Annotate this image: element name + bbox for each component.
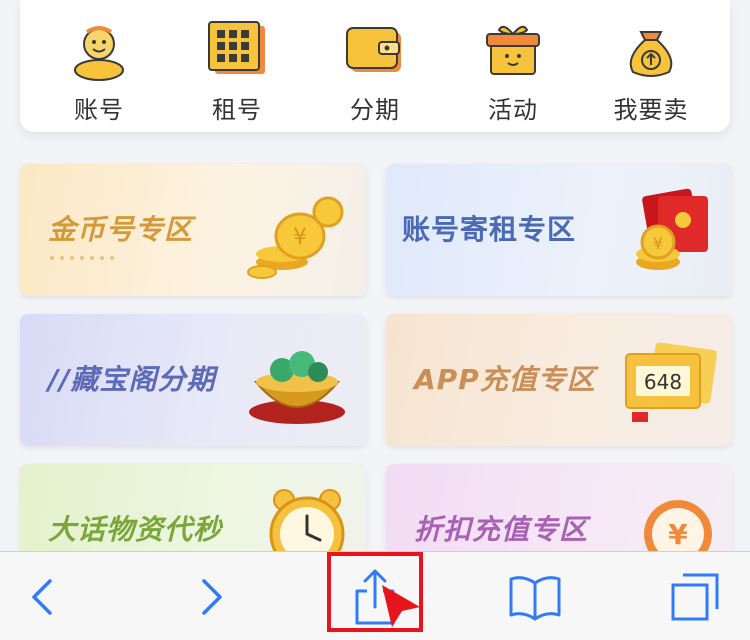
category-nav: 账号 租号 分期 活动 我要卖 bbox=[20, 0, 730, 132]
nav-item-account[interactable]: 账号 bbox=[39, 18, 159, 125]
dots-decoration bbox=[50, 256, 114, 260]
nav-label: 活动 bbox=[488, 96, 538, 124]
nav-item-rent[interactable]: 租号 bbox=[177, 18, 297, 125]
tabs-button[interactable] bbox=[660, 552, 730, 640]
tile-account-consignment-zone[interactable]: 账号寄租专区 ¥ bbox=[386, 164, 732, 296]
rent-grid-icon bbox=[208, 21, 265, 74]
book-icon bbox=[509, 575, 561, 620]
ticket-648-icon: 648 bbox=[625, 342, 717, 422]
back-button[interactable] bbox=[10, 552, 74, 640]
tile-title: 账号寄租专区 bbox=[402, 213, 577, 246]
svg-text:¥: ¥ bbox=[293, 225, 307, 250]
chevron-right-icon bbox=[202, 578, 222, 615]
tabs-icon bbox=[671, 573, 719, 620]
svg-text:¥: ¥ bbox=[653, 234, 663, 253]
bookmarks-button[interactable] bbox=[500, 552, 570, 640]
nav-label: 租号 bbox=[212, 96, 262, 124]
nav-label: 我要卖 bbox=[613, 96, 689, 124]
tile-title: 金币号专区 bbox=[48, 213, 194, 246]
tile-title: 折扣充值专区 bbox=[414, 513, 589, 546]
forward-button[interactable] bbox=[180, 552, 244, 640]
treasure-bowl-icon bbox=[249, 351, 345, 424]
browser-toolbar bbox=[0, 551, 750, 640]
gift-box-icon bbox=[486, 25, 540, 75]
nav-label: 账号 bbox=[74, 96, 124, 124]
nav-item-sell[interactable]: 我要卖 bbox=[591, 18, 711, 125]
account-avatar-icon bbox=[74, 26, 124, 81]
nav-item-activity[interactable]: 活动 bbox=[453, 18, 573, 125]
tile-gold-coin-zone[interactable]: 金币号专区 ¥ bbox=[20, 164, 366, 296]
wallet-icon bbox=[346, 27, 401, 72]
cursor-pointer-icon bbox=[382, 585, 420, 627]
ticket-value: 648 bbox=[644, 370, 682, 394]
red-envelope-coins-icon: ¥ bbox=[636, 188, 708, 270]
svg-text:¥: ¥ bbox=[668, 518, 688, 551]
nav-label: 分期 bbox=[350, 96, 400, 124]
tile-title: APP充值专区 bbox=[414, 363, 596, 396]
tile-title: 大话物资代秒 bbox=[48, 513, 223, 546]
nav-item-installment[interactable]: 分期 bbox=[315, 18, 435, 125]
tile-title: //藏宝阁分期 bbox=[48, 363, 216, 396]
chevron-left-icon bbox=[32, 578, 52, 615]
money-bag-icon bbox=[629, 31, 673, 77]
tile-treasure-installment[interactable]: //藏宝阁分期 bbox=[20, 314, 366, 446]
gold-coins-icon: ¥ bbox=[247, 196, 344, 279]
tile-app-recharge-zone[interactable]: APP充值专区 648 bbox=[386, 314, 732, 446]
